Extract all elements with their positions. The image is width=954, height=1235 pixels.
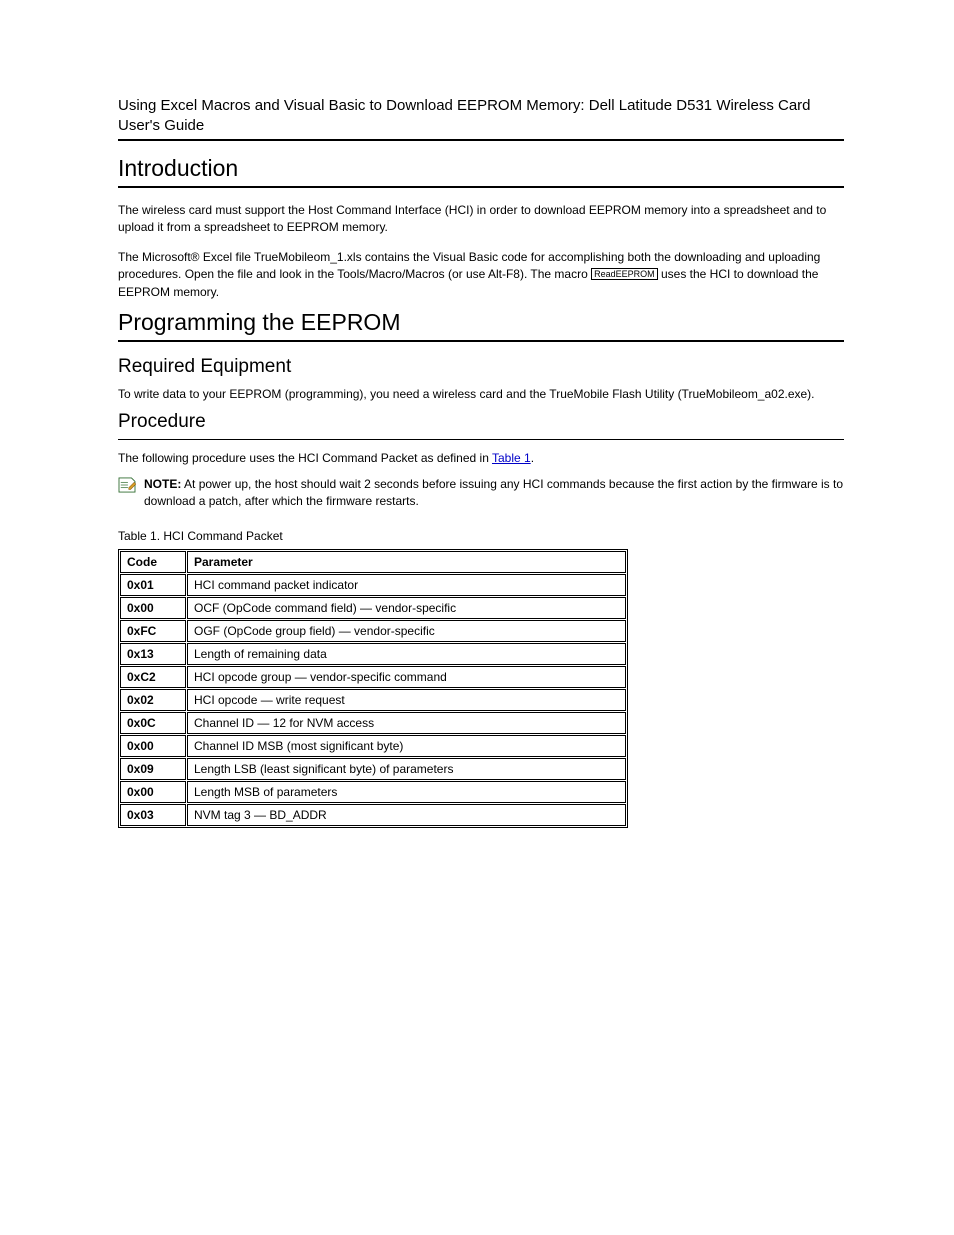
note-block: NOTE: At power up, the host should wait … [118,476,844,511]
section-divider-2 [118,340,844,342]
title-divider [118,139,844,141]
param-cell: Length of remaining data [187,643,626,665]
table-header-row: Code Parameter [120,551,626,573]
table-row: 0xFC OGF (OpCode group field) — vendor-s… [120,620,626,642]
intro-paragraph-2: The Microsoft® Excel file TrueMobileom_1… [118,249,844,301]
param-cell: OCF (OpCode command field) — vendor-spec… [187,597,626,619]
page-title: Using Excel Macros and Visual Basic to D… [118,96,844,135]
table-row: 0x0C Channel ID — 12 for NVM access [120,712,626,734]
table-row: 0x09 Length LSB (least significant byte)… [120,758,626,780]
param-cell: NVM tag 3 — BD_ADDR [187,804,626,826]
table-row: 0x01 HCI command packet indicator [120,574,626,596]
table-row: 0x00 OCF (OpCode command field) — vendor… [120,597,626,619]
heading-programming-eeprom: Programming the EEPROM [118,309,844,336]
code-cell: 0x02 [120,689,186,711]
param-cell: HCI command packet indicator [187,574,626,596]
table-header-code: Code [120,551,186,573]
table-row: 0x00 Length MSB of parameters [120,781,626,803]
note-text: NOTE: At power up, the host should wait … [144,476,844,511]
param-cell: Length LSB (least significant byte) of p… [187,758,626,780]
code-cell: 0xFC [120,620,186,642]
procedure-paragraph: The following procedure uses the HCI Com… [118,450,844,467]
procedure-divider [118,439,844,440]
heading-procedure: Procedure [118,411,844,433]
param-cell: HCI opcode group — vendor-specific comma… [187,666,626,688]
procedure-before-link: The following procedure uses the HCI Com… [118,451,492,465]
code-cell: 0x00 [120,781,186,803]
procedure-after-link: . [531,451,534,465]
code-cell: 0xC2 [120,666,186,688]
code-cell: 0x01 [120,574,186,596]
section-divider-1 [118,186,844,188]
table-1-link[interactable]: Table 1 [492,451,531,465]
equipment-paragraph: To write data to your EEPROM (programmin… [118,386,844,403]
code-cell: 0x13 [120,643,186,665]
table-row: 0xC2 HCI opcode group — vendor-specific … [120,666,626,688]
code-cell: 0x00 [120,597,186,619]
code-cell: 0x03 [120,804,186,826]
note-label: NOTE: [144,477,181,491]
param-cell: Length MSB of parameters [187,781,626,803]
param-cell: OGF (OpCode group field) — vendor-specif… [187,620,626,642]
readeeprom-macro-box: ReadEEPROM [591,268,658,280]
note-body: At power up, the host should wait 2 seco… [144,477,843,508]
note-pencil-icon [118,477,136,493]
code-cell: 0x0C [120,712,186,734]
param-cell: Channel ID MSB (most significant byte) [187,735,626,757]
param-cell: HCI opcode — write request [187,689,626,711]
page: Using Excel Macros and Visual Basic to D… [0,0,954,1235]
table-row: 0x13 Length of remaining data [120,643,626,665]
param-cell: Channel ID — 12 for NVM access [187,712,626,734]
hci-command-packet-table: Code Parameter 0x01 HCI command packet i… [118,549,628,828]
code-cell: 0x09 [120,758,186,780]
heading-introduction: Introduction [118,155,844,182]
table-title: Table 1. HCI Command Packet [118,529,844,543]
heading-required-equipment: Required Equipment [118,356,844,378]
intro-paragraph-1: The wireless card must support the Host … [118,202,844,237]
table-header-parameter: Parameter [187,551,626,573]
table-row: 0x00 Channel ID MSB (most significant by… [120,735,626,757]
table-row: 0x02 HCI opcode — write request [120,689,626,711]
table-row: 0x03 NVM tag 3 — BD_ADDR [120,804,626,826]
code-cell: 0x00 [120,735,186,757]
